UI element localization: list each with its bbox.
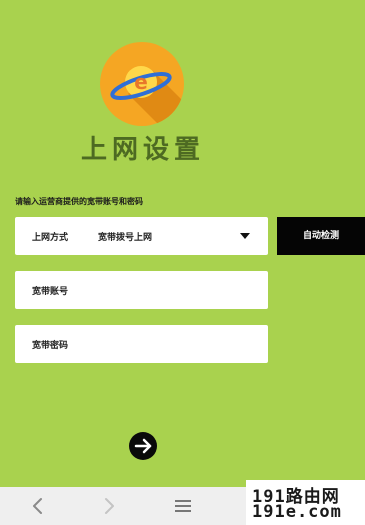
- connection-type-value: 宽带拨号上网: [98, 233, 153, 243]
- forward-button[interactable]: [90, 487, 130, 525]
- broadband-password-input[interactable]: 宽带密码: [15, 325, 268, 363]
- menu-button[interactable]: [163, 487, 203, 525]
- connection-type-select[interactable]: 上网方式 宽带拨号上网: [15, 217, 268, 255]
- connection-type-label: 上网方式: [32, 233, 69, 243]
- next-button[interactable]: [129, 432, 157, 460]
- instruction-text: 请输入运营商提供的宽带账号和密码: [15, 197, 143, 206]
- password-placeholder: 宽带密码: [32, 341, 69, 351]
- page-title: 上网设置: [80, 135, 205, 165]
- watermark-line-2: 191e.com: [252, 502, 342, 522]
- back-button[interactable]: [17, 487, 57, 525]
- chevron-down-icon: [240, 233, 250, 239]
- chevron-right-icon: [105, 498, 114, 514]
- auto-detect-button[interactable]: 自动检测: [277, 217, 365, 255]
- app-logo: e: [100, 42, 184, 126]
- arrow-right-icon: [134, 438, 152, 454]
- logo-letter: e: [134, 70, 148, 94]
- chevron-left-icon: [33, 498, 42, 514]
- menu-icon: [175, 500, 191, 512]
- broadband-account-input[interactable]: 宽带账号: [15, 271, 268, 309]
- account-placeholder: 宽带账号: [32, 287, 69, 297]
- watermark: 191路由网 191e.com: [246, 480, 365, 525]
